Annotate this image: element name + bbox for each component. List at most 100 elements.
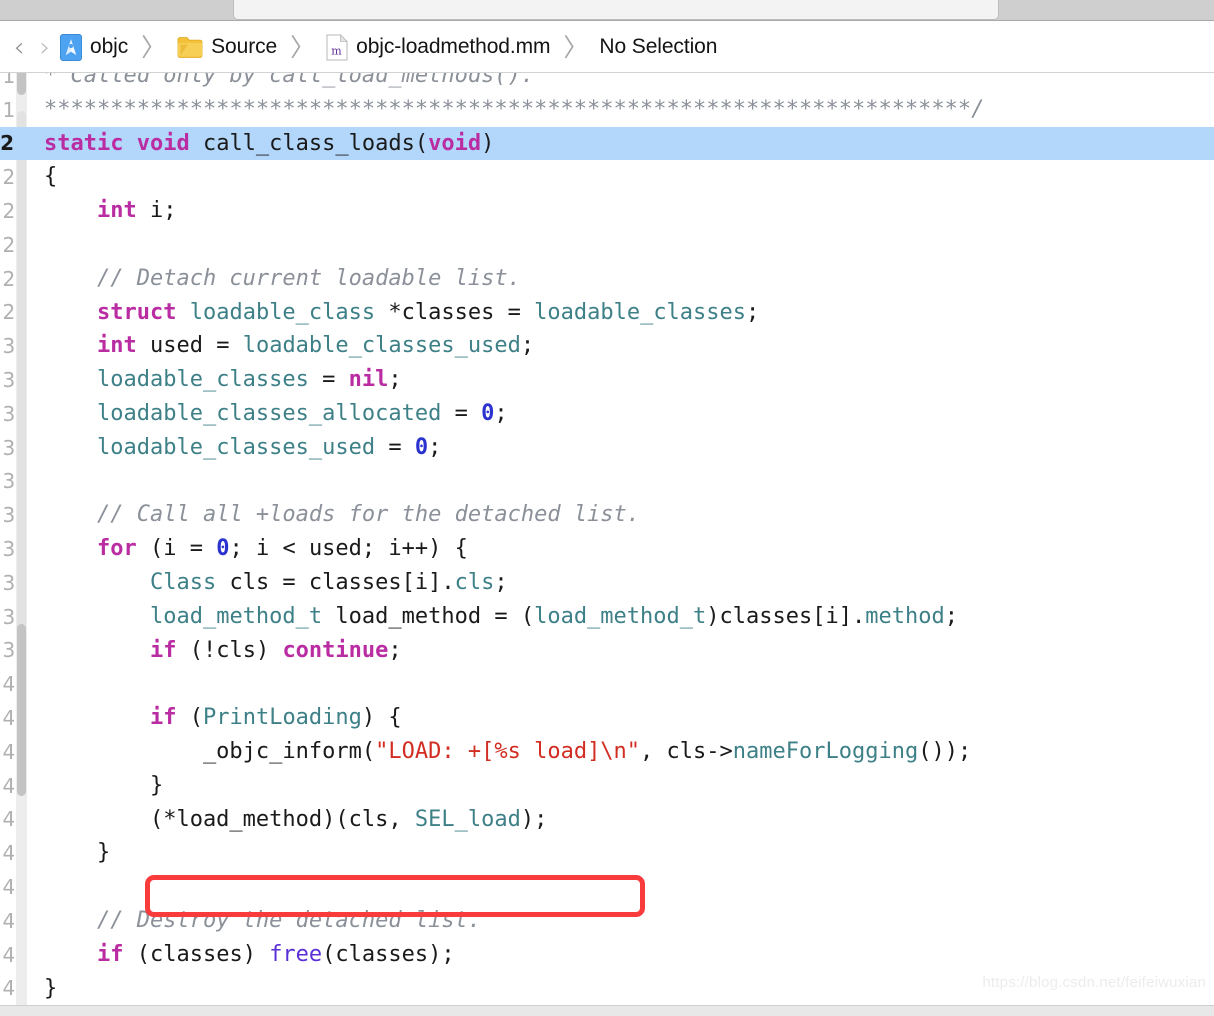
breadcrumb-item-file[interactable]: m objc-loadmethod.mm	[324, 30, 552, 64]
code-line[interactable]: 33 loadable_classes_used = 0;	[0, 431, 1214, 465]
code-line[interactable]: 31 loadable_classes = nil;	[0, 363, 1214, 397]
code-editor[interactable]: 12* Called only by call_load_methods().1…	[0, 73, 1214, 1005]
code-line[interactable]: 27	[0, 228, 1214, 262]
code-line-text: int i;	[44, 194, 177, 228]
code-token-pl: =	[375, 434, 415, 460]
code-line-text: loadable_classes = nil;	[44, 363, 402, 397]
breadcrumb-item-selection[interactable]: No Selection	[597, 30, 719, 64]
code-line[interactable]: 38 load_method_t load_method = (load_met…	[0, 600, 1214, 634]
line-number: 35	[2, 503, 14, 528]
code-line[interactable]: 36 for (i = 0; i < used; i++) {	[0, 532, 1214, 566]
code-line[interactable]: 28 // Detach current loadable list.	[0, 262, 1214, 296]
line-number: 24	[0, 131, 14, 156]
code-token-pl: used =	[136, 333, 243, 359]
code-token-t: loadable_classes	[534, 299, 747, 325]
code-line[interactable]: 30 int used = loadable_classes_used;	[0, 329, 1214, 363]
code-token-t: Class	[149, 570, 217, 595]
code-line-text: {	[44, 160, 57, 194]
code-token-n: 0	[216, 536, 230, 562]
line-number: 13	[2, 97, 14, 122]
code-token-pl: cls = classes[i].	[216, 570, 455, 595]
breadcrumb-item-project[interactable]: objc	[58, 30, 130, 64]
forward-arrow-icon[interactable]: ›	[32, 30, 58, 64]
line-number: 41	[2, 706, 14, 731]
code-line[interactable]: 12 * Called only by call_load_methods().	[0, 73, 1214, 93]
code-token-k: int	[96, 333, 137, 359]
code-token-pl: (classes)	[123, 941, 270, 967]
line-number: 39	[2, 638, 14, 663]
watermark: https://blog.csdn.net/feifeiwuxian	[982, 974, 1206, 991]
code-line[interactable]: 45 }	[0, 836, 1214, 870]
code-line-text: if (classes) free (classes);	[44, 938, 455, 972]
line-number: 25	[2, 165, 14, 190]
code-line-text: // Detach current loadable list.	[44, 262, 521, 296]
code-token-t: load_method_t	[534, 603, 707, 629]
code-token-n: 0	[481, 401, 495, 426]
code-line[interactable]: 29 struct loadable_class *classes = load…	[0, 296, 1214, 330]
code-line[interactable]: 32 loadable_classes_allocated = 0;	[0, 397, 1214, 431]
line-number: 26	[2, 199, 14, 224]
code-line-text: if (!cls) continue;	[44, 634, 402, 668]
code-line[interactable]: 48 if (classes) free(classes);	[0, 938, 1214, 972]
code-line-text: if (PrintLoading) {	[44, 701, 402, 735]
code-line[interactable]: 46	[0, 870, 1214, 904]
objcpp-file-icon: m	[326, 33, 349, 60]
code-line[interactable]: 40	[0, 667, 1214, 701]
code-line[interactable]: 25 {	[0, 160, 1214, 194]
code-line[interactable]: 13 **************************************…	[0, 93, 1214, 127]
code-token-c: * Called only by call_load_methods().	[44, 73, 535, 88]
line-number: 32	[2, 401, 14, 426]
code-lines[interactable]: 12* Called only by call_load_methods().1…	[0, 73, 1214, 1005]
window-footer	[0, 1005, 1214, 1016]
code-token-c: // Destroy the detached list.	[96, 908, 482, 933]
breadcrumb-item-folder[interactable]: Source	[175, 30, 279, 64]
code-token-s: "LOAD: +[%s load]\n"	[375, 739, 641, 764]
code-line[interactable]: 26 int i;	[0, 194, 1214, 228]
code-token-k: if	[149, 705, 177, 731]
code-token-k: if	[149, 637, 177, 663]
code-token-pl: ;	[520, 333, 535, 359]
code-line[interactable]: 37 Class cls = classes[i].cls;	[0, 566, 1214, 600]
code-line[interactable]: 44 (*load_method)(cls, SEL_load);	[0, 803, 1214, 837]
line-number: 47	[2, 908, 14, 933]
code-token-pl: ;	[388, 367, 402, 393]
code-line[interactable]: 47 // Destroy the detached list.	[0, 904, 1214, 938]
editor-tab-strip[interactable]	[233, 0, 999, 20]
back-arrow-icon[interactable]: ‹	[6, 30, 32, 64]
line-number: 29	[2, 300, 14, 325]
code-token-pl: (classes);	[322, 941, 455, 967]
code-token-k: static void	[44, 130, 190, 156]
code-line-selected[interactable]: 24 static void call_class_loads(void)	[0, 126, 1214, 161]
code-line-text: int used = loadable_classes_used;	[44, 329, 534, 363]
breadcrumb-label-file: objc-loadmethod.mm	[356, 35, 551, 58]
code-line[interactable]: 43 }	[0, 769, 1214, 803]
code-token-t: loadable_classes	[96, 367, 309, 393]
code-line-text: }	[44, 836, 110, 870]
code-token-pl: =	[441, 401, 482, 426]
code-token-pl: }	[44, 840, 111, 866]
code-line-text: * Called only by call_load_methods().	[44, 73, 534, 93]
code-line[interactable]: 39 if (!cls) continue;	[0, 634, 1214, 668]
code-token-k: nil	[348, 367, 389, 393]
code-line[interactable]: 41 if (PrintLoading) {	[0, 701, 1214, 735]
code-token-k: int	[96, 198, 137, 224]
code-line[interactable]: 35 // Call all +loads for the detached l…	[0, 498, 1214, 532]
line-number: 28	[2, 266, 14, 291]
code-line-text: _objc_inform("LOAD: +[%s load]\n", cls->…	[44, 735, 971, 769]
code-token-pl: call_class_loads(	[189, 130, 429, 156]
code-line[interactable]: 34	[0, 465, 1214, 499]
code-token-pl: (*load_method)(cls,	[44, 806, 415, 832]
code-line-text: // Call all +loads for the detached list…	[44, 498, 640, 532]
breadcrumb-label-project: objc	[90, 35, 129, 58]
code-token-k: if	[96, 941, 124, 967]
xcode-project-icon	[60, 33, 82, 61]
code-line[interactable]: 42 _objc_inform("LOAD: +[%s load]\n", cl…	[0, 735, 1214, 769]
code-token-t: SEL_load	[414, 806, 521, 832]
line-number: 43	[2, 773, 14, 798]
